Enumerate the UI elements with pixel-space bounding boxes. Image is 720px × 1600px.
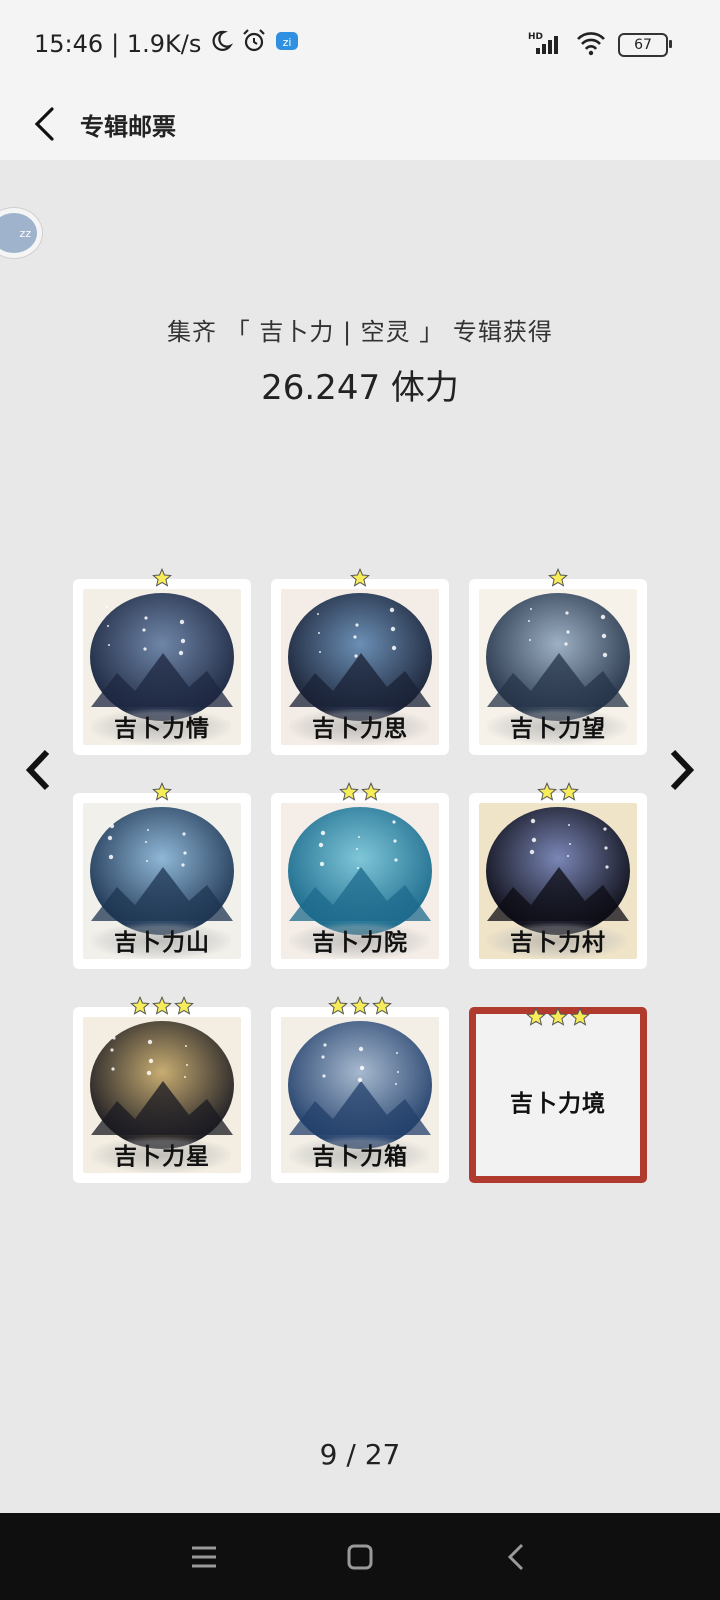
star-icon bbox=[537, 782, 557, 801]
stamp-name: 吉卜力望 bbox=[510, 716, 606, 742]
star-icon bbox=[152, 782, 172, 801]
previous-album-button[interactable] bbox=[18, 740, 58, 800]
status-bar: 15:46 | 1.9K/s zi HD 67 bbox=[0, 0, 720, 88]
app-header: 专辑邮票 bbox=[0, 88, 720, 160]
star-icon bbox=[350, 568, 370, 587]
home-button[interactable] bbox=[338, 1535, 382, 1579]
moon-icon bbox=[209, 29, 234, 59]
network-speed: | 1.9K/s bbox=[111, 30, 202, 58]
star-icon bbox=[328, 996, 348, 1015]
svg-text:zi: zi bbox=[283, 36, 292, 49]
status-time: 15:46 bbox=[34, 30, 104, 58]
app-notification-icon: zi bbox=[275, 29, 299, 59]
stamp-name: 吉卜力箱 bbox=[312, 1144, 408, 1170]
star-icon bbox=[526, 1007, 546, 1026]
floating-bubble-text: zz bbox=[19, 226, 31, 240]
star-icon bbox=[152, 568, 172, 587]
star-icon bbox=[130, 996, 150, 1015]
star-rating bbox=[73, 996, 251, 1016]
chevron-right-icon bbox=[670, 749, 695, 791]
star-icon bbox=[152, 996, 172, 1015]
stamp-card[interactable]: 吉卜力思 bbox=[271, 568, 449, 755]
status-right: HD 67 bbox=[528, 28, 672, 62]
hd-signal-icon: HD bbox=[528, 30, 564, 60]
star-icon bbox=[174, 996, 194, 1015]
stamp-card-locked[interactable]: 吉卜力境 bbox=[469, 1007, 647, 1183]
star-rating bbox=[476, 1007, 640, 1027]
stamp-card[interactable]: 吉卜力院 bbox=[271, 782, 449, 969]
star-rating bbox=[73, 568, 251, 588]
stamp-card[interactable]: 吉卜力箱 bbox=[271, 996, 449, 1183]
menu-icon bbox=[192, 1546, 216, 1568]
stamp-card[interactable]: 吉卜力村 bbox=[469, 782, 647, 969]
stamp-name: 吉卜力星 bbox=[114, 1144, 210, 1170]
stamp-name: 吉卜力村 bbox=[510, 930, 606, 956]
next-album-button[interactable] bbox=[662, 740, 702, 800]
back-icon bbox=[507, 1543, 524, 1571]
stamp-card[interactable]: 吉卜力山 bbox=[73, 782, 251, 969]
svg-text:HD: HD bbox=[528, 32, 543, 42]
chevron-left-icon bbox=[34, 107, 54, 141]
wifi-icon bbox=[576, 30, 606, 60]
stamp-name: 吉卜力情 bbox=[114, 716, 210, 742]
stamp-card[interactable]: 吉卜力星 bbox=[73, 996, 251, 1183]
stamp-name: 吉卜力山 bbox=[114, 930, 210, 956]
star-icon bbox=[570, 1007, 590, 1026]
album-reward-value: 26.247 体力 bbox=[261, 368, 459, 408]
menu-button[interactable] bbox=[182, 1535, 226, 1579]
star-rating bbox=[469, 568, 647, 588]
stamp-card[interactable]: 吉卜力望 bbox=[469, 568, 647, 755]
battery-level: 67 bbox=[634, 37, 652, 53]
stamp-name: 吉卜力思 bbox=[312, 716, 408, 742]
stamp-grid: 吉卜力情 吉卜力思 吉卜力望吉卜力山 吉卜力院 吉卜力村吉卜力星 吉卜力箱 吉卜力境 bbox=[73, 568, 648, 1183]
system-navigation-bar bbox=[0, 1513, 720, 1600]
stamp-name: 吉卜力境 bbox=[510, 1091, 606, 1117]
battery-icon: 67 bbox=[618, 33, 672, 57]
star-rating bbox=[73, 782, 251, 802]
star-icon bbox=[372, 996, 392, 1015]
star-icon bbox=[350, 996, 370, 1015]
star-icon bbox=[361, 782, 381, 801]
stamp-name: 吉卜力院 bbox=[312, 930, 408, 956]
star-rating bbox=[271, 996, 449, 1016]
album-reward-description: 集齐 「 吉卜力 | 空灵 」 专辑获得 bbox=[167, 318, 553, 346]
star-icon bbox=[339, 782, 359, 801]
status-left: 15:46 | 1.9K/s zi bbox=[34, 26, 299, 62]
star-icon bbox=[548, 568, 568, 587]
star-icon bbox=[548, 1007, 568, 1026]
page-title: 专辑邮票 bbox=[80, 112, 176, 141]
floating-bubble[interactable]: zz bbox=[0, 208, 42, 258]
system-back-button[interactable] bbox=[494, 1535, 538, 1579]
stamp-card[interactable]: 吉卜力情 bbox=[73, 568, 251, 755]
alarm-icon bbox=[241, 28, 267, 60]
home-icon bbox=[347, 1544, 373, 1570]
page-indicator: 9 / 27 bbox=[319, 1438, 401, 1471]
chevron-left-icon bbox=[25, 749, 50, 791]
star-rating bbox=[271, 568, 449, 588]
star-icon bbox=[559, 782, 579, 801]
back-button[interactable] bbox=[24, 104, 64, 144]
star-rating bbox=[469, 782, 647, 802]
star-rating bbox=[271, 782, 449, 802]
